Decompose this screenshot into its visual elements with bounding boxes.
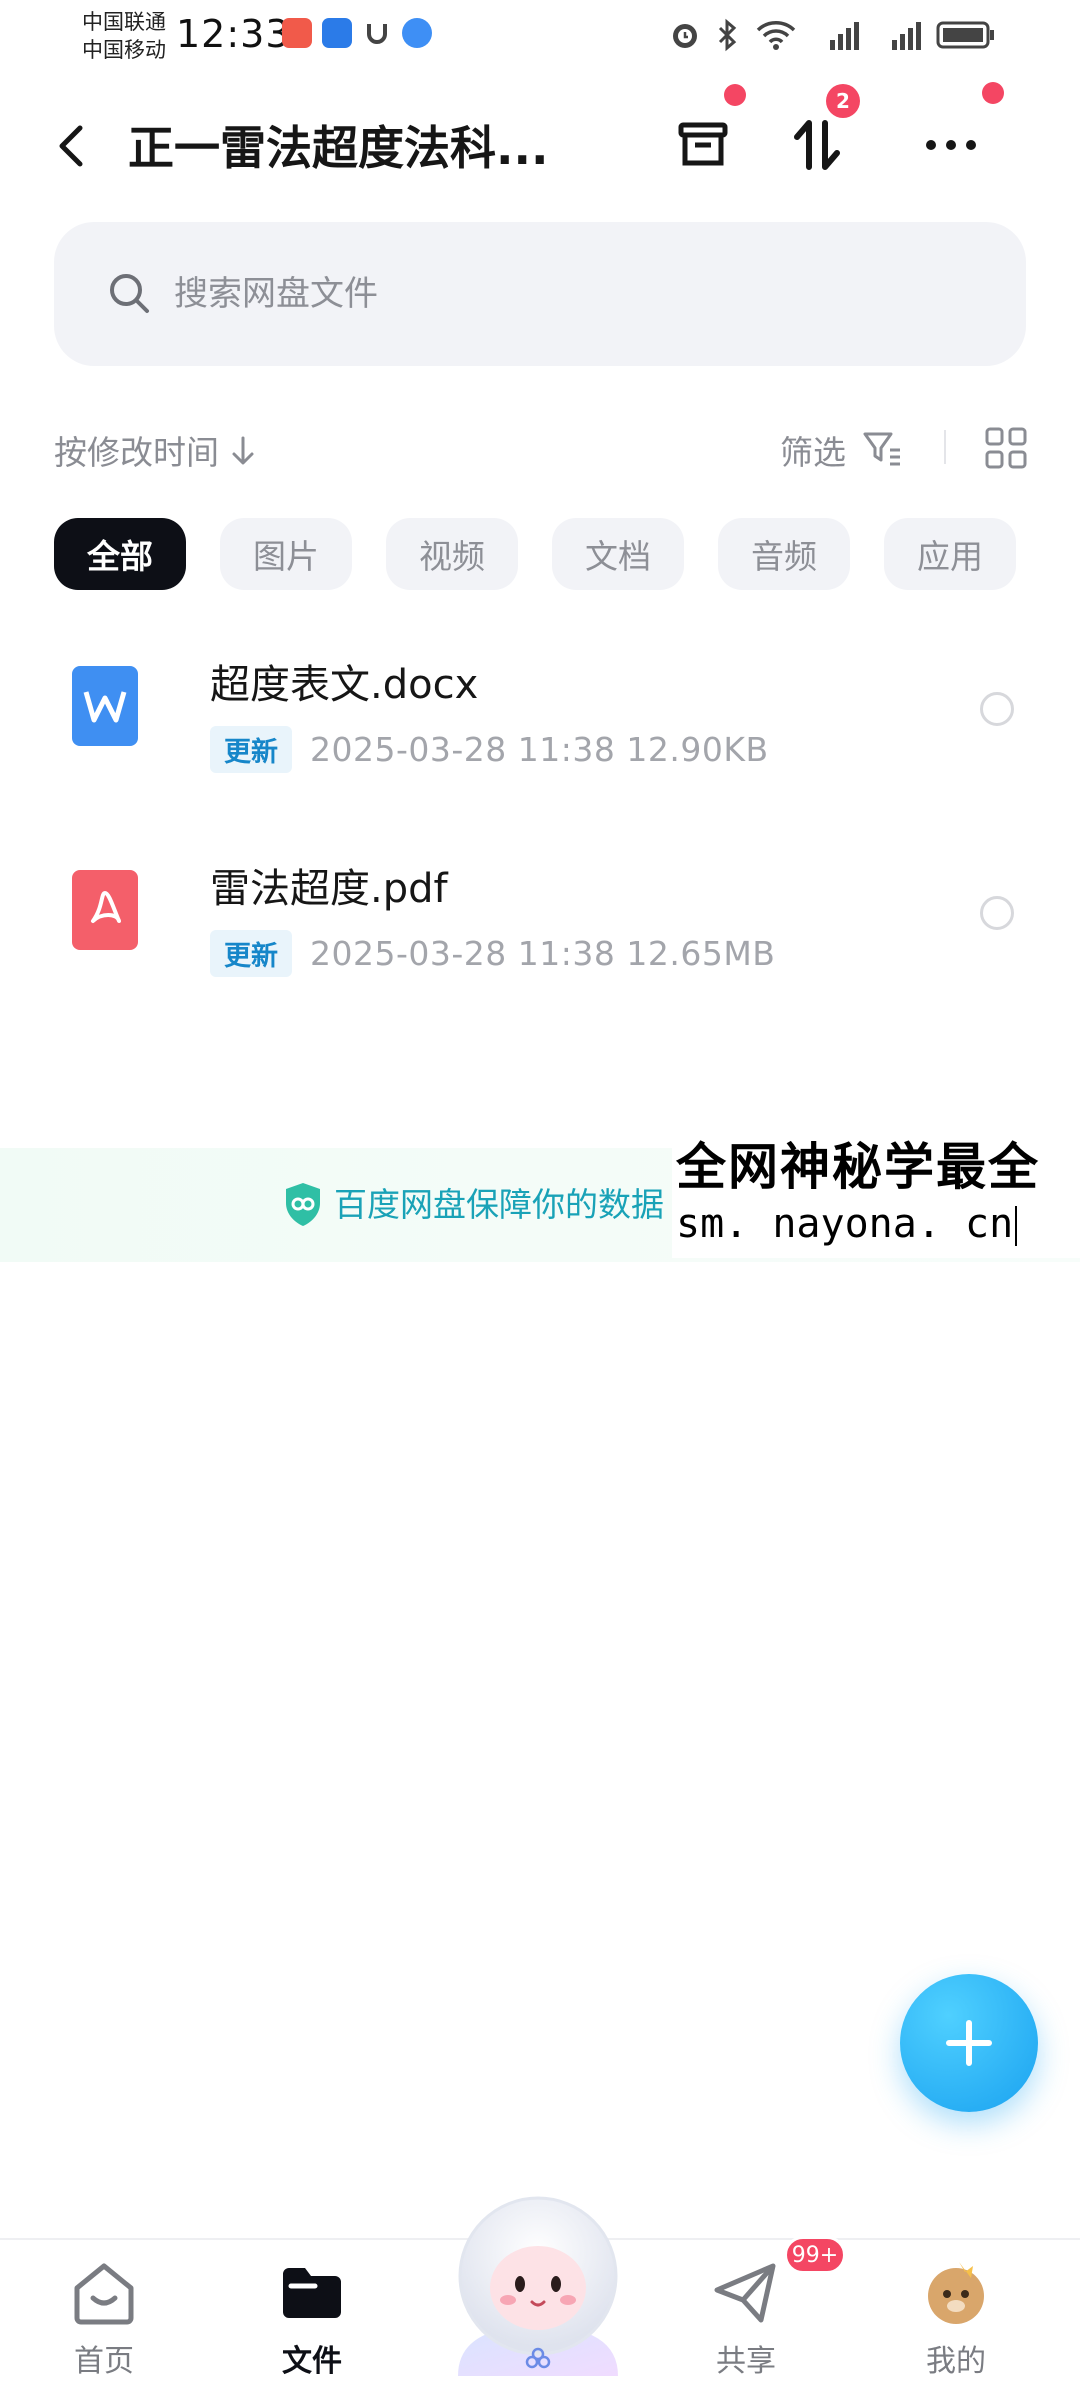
file-meta: 更新 2025-03-28 11:38 12.90KB [210,726,769,773]
folder-title: 正一雷法超度法科... [128,121,549,175]
shield-icon [286,1183,320,1226]
archive-box-icon [678,122,728,166]
watermark-overlay: 全网神秘学最全 sm. nayona. cn [672,1130,1080,1258]
select-checkbox[interactable] [980,896,1014,930]
filter-label: 筛选 [780,433,846,472]
tab-images[interactable]: 图片 [220,518,352,590]
shopping-app-icon [282,18,312,48]
tab-documents[interactable]: 文档 [552,518,684,590]
file-name: 超度表文.docx [210,662,479,708]
word-file-icon [72,666,138,746]
nav-share[interactable]: 共享 [676,2258,816,2398]
app-u-icon [322,18,352,48]
more-notification-dot [982,82,1004,104]
nav-home[interactable]: 首页 [34,2258,174,2398]
file-name: 雷法超度.pdf [210,866,448,912]
search-input[interactable] [174,262,974,326]
home-icon [74,2263,134,2325]
status-time: 12:33 [176,12,291,56]
overlay-url-text: sm. nayona. cn [676,1201,1014,1247]
pdf-file-icon [72,870,138,950]
more-dots-icon [926,140,976,150]
filter-funnel-icon [863,432,900,466]
system-status-icons [668,18,996,52]
carrier-names: 中国联通 中国移动 [82,8,166,64]
app-u-outline-icon [367,24,387,44]
tab-audio[interactable]: 音频 [718,518,850,590]
nav-home-label: 首页 [74,2344,134,2379]
search-bar[interactable] [54,222,1026,366]
add-button[interactable] [900,1974,1038,2112]
text-caret [1015,1206,1018,1246]
signal-4g-icon [830,22,859,50]
file-meta: 更新 2025-03-28 11:38 12.65MB [210,930,775,977]
updated-badge: 更新 [210,726,292,773]
archive-button[interactable] [666,108,740,182]
more-options-button[interactable] [914,108,988,182]
paper-plane-icon [714,2263,776,2323]
arrow-down-icon [232,436,253,465]
transfer-arrows-icon [794,120,840,170]
assistant-mascot[interactable] [428,2176,648,2396]
sort-by-modified-button[interactable]: 按修改时间 [54,426,256,474]
bluetooth-icon [718,18,737,52]
nav-files-label: 文件 [282,2344,342,2379]
share-notification-badge: 99+ [784,2236,846,2274]
banner-text: 百度网盘保障你的数据 [334,1185,664,1224]
row-divider [944,430,946,464]
nav-mine[interactable]: 我的 [886,2258,1026,2398]
alarm-icon [673,24,697,48]
nav-files[interactable]: 文件 [242,2258,382,2398]
back-button[interactable] [50,118,94,174]
transfer-button[interactable] [780,108,854,182]
updated-badge: 更新 [210,930,292,977]
wifi-icon [756,21,796,50]
folder-icon [283,2268,341,2318]
file-date-size: 2025-03-28 11:38 12.65MB [310,934,776,973]
overlay-title: 全网神秘学最全 [676,1138,1040,1196]
pdf-acrobat-glyph-icon [91,891,121,923]
overlay-url: sm. nayona. cn [676,1198,1080,1250]
chevron-left-icon [59,125,83,167]
tab-apps[interactable]: 应用 [884,518,1016,590]
sort-filter-row: 按修改时间 筛选 [54,418,1028,478]
battery-icon [936,21,994,49]
file-date-size: 2025-03-28 11:38 12.90KB [310,730,769,769]
archive-notification-dot [724,84,746,106]
nav-share-label: 共享 [716,2344,776,2379]
tab-all[interactable]: 全部 [54,518,186,590]
transfer-count-badge: 2 [826,84,860,118]
tab-videos[interactable]: 视频 [386,518,518,590]
carrier-2: 中国移动 [82,38,166,62]
file-row[interactable]: 雷法超度.pdf 更新 2025-03-28 11:38 12.65MB [0,834,1080,1004]
carrier-1: 中国联通 [82,10,166,34]
word-w-glyph-icon [83,691,127,723]
top-app-bar: 正一雷法超度法科... 2 [0,82,1080,200]
nav-mine-label: 我的 [926,2344,986,2379]
search-icon [110,274,149,313]
plus-icon [946,2020,992,2066]
filter-button[interactable]: 筛选 [780,426,846,474]
browser-app-icon [402,18,432,48]
select-checkbox[interactable] [980,692,1014,726]
avatar-icon [928,2262,984,2324]
signal-4g-icon-2 [892,22,921,50]
file-row[interactable]: 超度表文.docx 更新 2025-03-28 11:38 12.90KB [0,630,1080,800]
status-bar: 中国联通 中国移动 12:33 [0,0,1080,72]
grid-view-icon[interactable] [984,426,1028,470]
notification-icons [282,18,432,48]
sort-label: 按修改时间 [54,433,219,472]
